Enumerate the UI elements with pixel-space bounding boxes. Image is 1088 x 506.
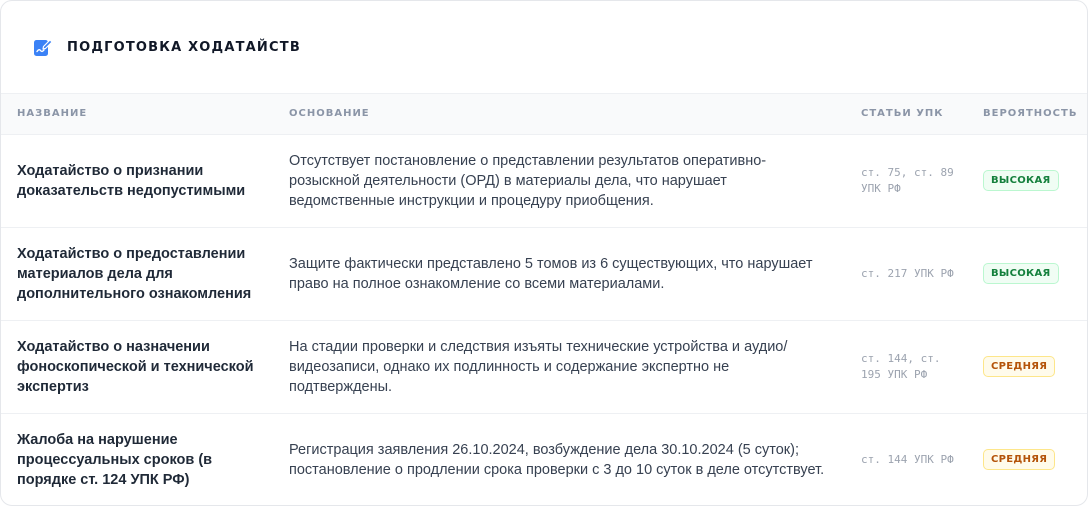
- motions-card: ПОДГОТОВКА ХОДАТАЙСТВ НАЗВАНИЕ ОСНОВАНИЕ…: [0, 0, 1088, 506]
- edit-document-icon: [33, 37, 53, 57]
- motion-basis: На стадии проверки и следствия изъяты те…: [289, 338, 788, 395]
- motion-basis: Защите фактически представлено 5 томов и…: [289, 255, 813, 292]
- motion-articles: ст. 144, ст. 195 УПК РФ: [861, 351, 941, 381]
- motion-articles: ст. 144 УПК РФ: [861, 452, 954, 466]
- motion-articles: ст. 75, ст. 89 УПК РФ: [861, 165, 954, 195]
- column-header-probability: ВЕРОЯТНОСТЬ: [967, 94, 1087, 135]
- motion-basis: Отсутствует постановление о представлени…: [289, 152, 767, 209]
- motion-articles: ст. 217 УПК РФ: [861, 266, 954, 280]
- probability-cell: ВЫСОКАЯ: [967, 227, 1087, 320]
- probability-badge: СРЕДНЯЯ: [983, 449, 1056, 471]
- column-header-name: НАЗВАНИЕ: [1, 94, 273, 135]
- column-header-basis: ОСНОВАНИЕ: [273, 94, 845, 135]
- probability-badge: ВЫСОКАЯ: [983, 170, 1059, 191]
- card-title: ПОДГОТОВКА ХОДАТАЙСТВ: [67, 39, 301, 55]
- probability-cell: СРЕДНЯЯ: [967, 320, 1087, 413]
- table-row[interactable]: Ходатайство о предоставлении материалов …: [1, 227, 1087, 320]
- motion-basis: Регистрация заявления 26.10.2024, возбуж…: [289, 441, 825, 478]
- probability-badge: ВЫСОКАЯ: [983, 263, 1059, 284]
- table-header-row: НАЗВАНИЕ ОСНОВАНИЕ СТАТЬИ УПК ВЕРОЯТНОСТ…: [1, 94, 1087, 135]
- table-row[interactable]: Ходатайство о назначении фоноскопической…: [1, 320, 1087, 413]
- probability-badge: СРЕДНЯЯ: [983, 356, 1056, 377]
- motion-name: Ходатайство о назначении фоноскопической…: [17, 338, 254, 395]
- probability-cell: ВЫСОКАЯ: [967, 134, 1087, 227]
- motion-name: Ходатайство о предоставлении материалов …: [17, 245, 252, 302]
- table-row[interactable]: Жалоба на нарушение процессуальных сроко…: [1, 413, 1087, 505]
- column-header-articles: СТАТЬИ УПК: [845, 94, 967, 135]
- probability-cell: СРЕДНЯЯ: [967, 413, 1087, 505]
- motions-table: НАЗВАНИЕ ОСНОВАНИЕ СТАТЬИ УПК ВЕРОЯТНОСТ…: [1, 94, 1087, 505]
- motion-name: Жалоба на нарушение процессуальных сроко…: [17, 431, 213, 488]
- table-row[interactable]: Ходатайство о признании доказательств не…: [1, 134, 1087, 227]
- motion-name: Ходатайство о признании доказательств не…: [17, 162, 246, 199]
- card-header: ПОДГОТОВКА ХОДАТАЙСТВ: [1, 1, 1087, 94]
